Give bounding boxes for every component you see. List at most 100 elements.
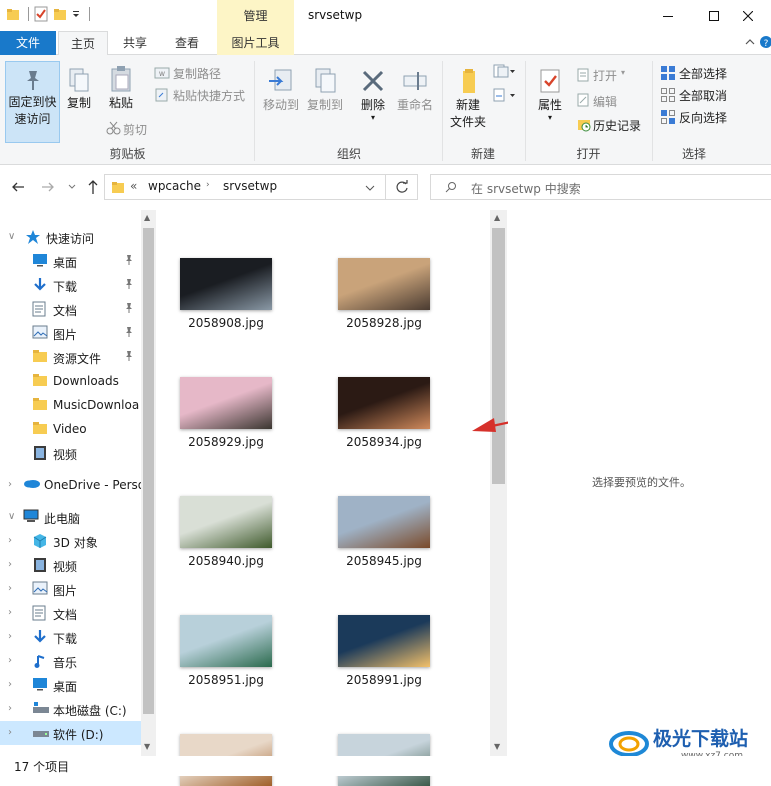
file-name[interactable]: 2058945.jpg	[324, 554, 444, 568]
expand-chevron-right-icon[interactable]: ›	[8, 655, 12, 666]
delete-button[interactable]: 删除 ▾	[354, 61, 392, 122]
properties-check-icon[interactable]	[33, 6, 49, 22]
close-button[interactable]	[725, 0, 771, 31]
edit-button[interactable]: 编辑	[593, 93, 617, 110]
file-name[interactable]: 2058991.jpg	[324, 673, 444, 687]
tab-home[interactable]: 主页	[58, 31, 108, 56]
breadcrumb-overflow[interactable]: «	[130, 179, 137, 193]
address-dropdown-icon[interactable]	[365, 183, 375, 193]
nav-quick-item[interactable]: 桌面	[0, 249, 141, 273]
copy-path-button[interactable]: 复制路径	[173, 65, 221, 82]
recent-locations-chevron-icon[interactable]	[67, 182, 77, 192]
content-scroll-down-icon[interactable]: ▼	[494, 742, 500, 751]
nav-onedrive[interactable]: › OneDrive - Perso	[0, 473, 141, 497]
history-button[interactable]: 历史记录	[593, 117, 641, 134]
tab-picture-tools[interactable]: 图片工具	[217, 31, 294, 55]
breadcrumb-srvsetwp[interactable]: srvsetwp	[223, 179, 277, 193]
expand-chevron-right-icon[interactable]: ›	[8, 631, 12, 642]
nav-pc-item[interactable]: › 音乐	[0, 649, 141, 673]
delete-dropdown-icon[interactable]: ▾	[354, 114, 392, 122]
rename-button[interactable]: 重命名	[393, 61, 437, 114]
collapse-ribbon-icon[interactable]	[745, 37, 755, 47]
nav-quick-item[interactable]: MusicDownloa	[0, 393, 141, 417]
up-arrow-icon[interactable]	[86, 179, 100, 195]
file-thumbnail[interactable]	[180, 377, 272, 429]
pin-to-quick-access-button[interactable]: 固定到快 速访问	[5, 61, 60, 143]
nav-scrollbar-thumb[interactable]	[143, 228, 154, 714]
nav-pc-item[interactable]: › 下载	[0, 625, 141, 649]
nav-pc-item[interactable]: › 图片	[0, 577, 141, 601]
breadcrumb-wpcache[interactable]: wpcache	[148, 179, 201, 193]
expand-chevron-down-icon[interactable]: ∨	[8, 231, 15, 242]
nav-pc-item[interactable]: › 软件 (D:)	[0, 721, 141, 745]
expand-chevron-right-icon[interactable]: ›	[8, 559, 12, 570]
tab-view[interactable]: 查看	[164, 31, 210, 55]
nav-quick-item[interactable]: 下载	[0, 273, 141, 297]
nav-this-pc[interactable]: ∨ 此电脑	[0, 505, 141, 529]
file-name[interactable]: 2058929.jpg	[166, 435, 286, 449]
nav-quick-access[interactable]: ∨ 快速访问	[0, 225, 141, 249]
file-thumbnail[interactable]	[338, 496, 430, 548]
nav-pc-item[interactable]: › 文档	[0, 601, 141, 625]
back-arrow-icon[interactable]	[11, 180, 25, 194]
expand-chevron-right-icon[interactable]: ›	[8, 535, 12, 546]
nav-pc-item[interactable]: › 视频	[0, 553, 141, 577]
properties-button[interactable]: 属性 ▾	[530, 61, 570, 122]
expand-chevron-right-icon[interactable]: ›	[8, 703, 12, 714]
breadcrumb-separator-icon[interactable]: ›	[206, 180, 210, 190]
content-scrollbar-thumb[interactable]	[492, 228, 505, 484]
file-thumbnail[interactable]	[338, 615, 430, 667]
new-folder-button[interactable]: 新建 文件夹	[447, 61, 489, 131]
file-name[interactable]: 2058940.jpg	[166, 554, 286, 568]
file-name[interactable]: 2058908.jpg	[166, 316, 286, 330]
expand-chevron-right-icon[interactable]: ›	[8, 479, 12, 490]
address-input[interactable]: « wpcache › srvsetwp	[104, 174, 386, 200]
copy-button[interactable]: 复制	[63, 61, 95, 112]
nav-quick-item[interactable]: Video	[0, 417, 141, 441]
forward-arrow-icon[interactable]	[41, 180, 55, 194]
select-none-button[interactable]: 全部取消	[679, 87, 727, 104]
nav-pc-item[interactable]: › 3D 对象	[0, 529, 141, 553]
help-icon[interactable]: ?	[760, 35, 771, 49]
expand-chevron-right-icon[interactable]: ›	[8, 607, 12, 618]
new-folder-qa-icon[interactable]	[53, 7, 67, 21]
nav-pc-item[interactable]: › 桌面	[0, 673, 141, 697]
easy-access-icon[interactable]	[492, 87, 516, 103]
minimize-button[interactable]	[645, 0, 691, 31]
nav-scroll-down-icon[interactable]: ▼	[144, 742, 150, 751]
search-box[interactable]: 在 srvsetwp 中搜索	[430, 174, 771, 200]
paste-shortcut-button[interactable]: 粘贴快捷方式	[173, 87, 245, 104]
file-thumbnail[interactable]	[180, 615, 272, 667]
select-all-button[interactable]: 全部选择	[679, 65, 727, 82]
customize-dropdown-icon[interactable]	[71, 7, 81, 21]
expand-chevron-down-icon[interactable]: ∨	[8, 511, 15, 522]
file-name[interactable]: 2058934.jpg	[324, 435, 444, 449]
tab-share[interactable]: 共享	[112, 31, 158, 55]
open-button[interactable]: 打开	[593, 67, 617, 84]
paste-button[interactable]: 粘贴	[103, 61, 139, 112]
move-to-button[interactable]: 移动到	[259, 61, 303, 114]
file-thumbnail[interactable]	[338, 258, 430, 310]
file-thumbnail[interactable]	[338, 377, 430, 429]
file-name[interactable]: 2058928.jpg	[324, 316, 444, 330]
nav-quick-item[interactable]: Downloads	[0, 369, 141, 393]
expand-chevron-right-icon[interactable]: ›	[8, 679, 12, 690]
file-thumbnail[interactable]	[180, 496, 272, 548]
nav-quick-item[interactable]: 资源文件	[0, 345, 141, 369]
nav-pc-item[interactable]: › 本地磁盘 (C:)	[0, 697, 141, 721]
open-dropdown-icon[interactable]: ▾	[621, 68, 625, 77]
cut-button[interactable]: 剪切	[123, 121, 147, 138]
nav-quick-item[interactable]: 视频	[0, 441, 141, 465]
copy-to-button[interactable]: 复制到	[303, 61, 347, 114]
properties-dropdown-icon[interactable]: ▾	[530, 114, 570, 122]
expand-chevron-right-icon[interactable]: ›	[8, 583, 12, 594]
new-item-icon[interactable]	[492, 63, 516, 79]
content-scroll-up-icon[interactable]: ▲	[494, 213, 500, 222]
refresh-button[interactable]	[386, 174, 418, 200]
nav-quick-item[interactable]: 图片	[0, 321, 141, 345]
tab-file[interactable]: 文件	[0, 31, 56, 55]
expand-chevron-right-icon[interactable]: ›	[8, 727, 12, 738]
file-thumbnail[interactable]	[180, 258, 272, 310]
file-name[interactable]: 2058951.jpg	[166, 673, 286, 687]
nav-scroll-up-icon[interactable]: ▲	[144, 213, 150, 222]
